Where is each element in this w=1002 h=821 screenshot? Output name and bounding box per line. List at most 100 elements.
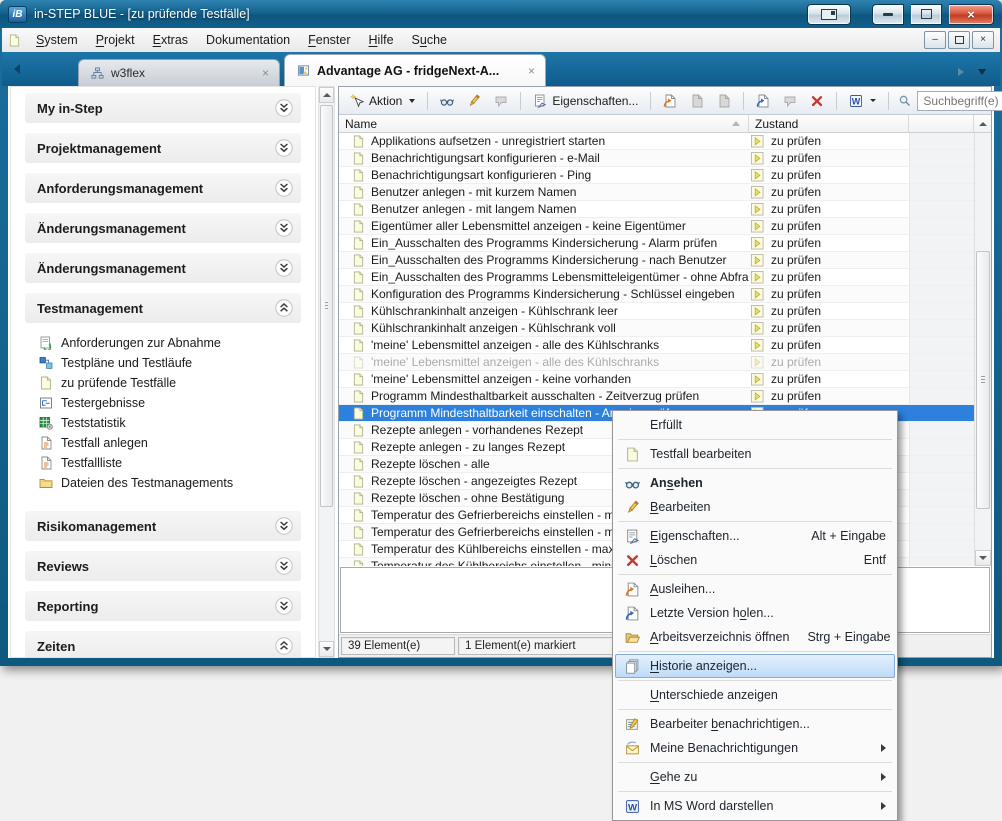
sidebar-item-testfall-anlegen[interactable]: Testfall anlegen (11, 433, 315, 453)
table-row[interactable]: Programm Mindesthaltbarkeit ausschalten … (339, 388, 974, 405)
grid-scroll-down-button[interactable] (975, 550, 991, 566)
sidebar-section-anforderungsmanagement[interactable]: Anforderungsmanagement (25, 173, 301, 203)
sidebar-section-projektmanagement[interactable]: Projektmanagement (25, 133, 301, 163)
chevron-down-icon[interactable] (275, 597, 293, 615)
chevron-down-icon[interactable] (275, 139, 293, 157)
context-menu-item-ansehen[interactable]: Ansehen (615, 471, 895, 495)
menu-projekt[interactable]: Projekt (87, 30, 144, 50)
tab-w3flex[interactable]: w3flex× (78, 59, 280, 86)
menu-suche[interactable]: Suche (403, 30, 456, 50)
sidebar-item-testfallliste[interactable]: Testfallliste (11, 453, 315, 473)
menu-hilfe[interactable]: Hilfe (360, 30, 403, 50)
table-row[interactable]: Kühlschrankinhalt anzeigen - Kühlschrank… (339, 320, 974, 337)
sidebar-item-testpläne-und-testläufe[interactable]: Testpläne und Testläufe (11, 353, 315, 373)
tab-list-dropdown-icon[interactable] (978, 69, 986, 75)
table-row[interactable]: Benachrichtigungsart konfigurieren - Pin… (339, 167, 974, 184)
sidebar-section-änderungsmanagement[interactable]: Änderungsmanagement (25, 253, 301, 283)
table-row[interactable]: Applikations aufsetzen - unregistriert s… (339, 133, 974, 150)
sidebar-section-zeiten[interactable]: Zeiten (25, 631, 301, 658)
context-menu-item-arbeitsverzeichnis-öffnen[interactable]: Arbeitsverzeichnis öffnenStrg + Eingabe (615, 625, 895, 649)
context-menu-item-letzte-version-holen[interactable]: Letzte Version holen... (615, 601, 895, 625)
sidebar-section-my-in-step[interactable]: My in-Step (25, 93, 301, 123)
scroll-down-button[interactable] (319, 641, 334, 657)
column-header-state[interactable]: Zustand (749, 115, 909, 132)
table-row[interactable]: Ein_Ausschalten des Programms Kindersich… (339, 235, 974, 252)
chevron-down-icon[interactable] (275, 179, 293, 197)
context-menu-item-bearbeiten[interactable]: Bearbeiten (615, 495, 895, 519)
restore-button[interactable] (911, 4, 942, 25)
tab-scroll-right-icon[interactable] (958, 68, 964, 76)
context-menu-item-gehe-zu[interactable]: Gehe zu (615, 765, 895, 789)
mdi-restore-button[interactable] (948, 31, 970, 49)
chevron-down-icon[interactable] (275, 517, 293, 535)
search-icon[interactable] (898, 94, 911, 107)
sidebar-section-testmanagement[interactable]: Testmanagement (25, 293, 301, 323)
sidebar-item-teststatistik[interactable]: Teststatistik (11, 413, 315, 433)
sidebar-section-änderungsmanagement[interactable]: Änderungsmanagement (25, 213, 301, 243)
chevron-up-icon[interactable] (275, 637, 293, 655)
close-button[interactable]: × (949, 4, 994, 25)
context-menu-item-ausleihen[interactable]: Ausleihen... (615, 577, 895, 601)
properties-button[interactable]: Eigenschaften... (528, 92, 643, 110)
action-button[interactable]: Aktion (345, 92, 420, 110)
minimize-button[interactable] (872, 4, 904, 25)
tab-close-icon[interactable]: × (262, 67, 269, 79)
table-row[interactable]: Eigentümer aller Lebensmittel anzeigen -… (339, 218, 974, 235)
sidebar-scrollbar[interactable] (318, 86, 335, 658)
context-menu-item-erfüllt[interactable]: Erfüllt (615, 413, 895, 437)
table-row[interactable]: 'meine' Lebensmittel anzeigen - alle des… (339, 337, 974, 354)
menu-system[interactable]: System (27, 30, 87, 50)
column-header-name[interactable]: Name (339, 115, 749, 132)
delete-button[interactable] (805, 92, 829, 110)
sidebar-item-zu-prüfende-testfälle[interactable]: zu prüfende Testfälle (11, 373, 315, 393)
chevron-up-icon[interactable] (275, 299, 293, 317)
sidebar-item-anforderungen-zur-abnahme[interactable]: Anforderungen zur Abnahme (11, 333, 315, 353)
table-row[interactable]: Ein_Ausschalten des Programms Kindersich… (339, 252, 974, 269)
tab-advantage-ag-fridgenext-a[interactable]: Advantage AG - fridgeNext-A...× (284, 54, 546, 86)
checkout-button[interactable] (658, 92, 682, 110)
cell-empty (909, 167, 974, 183)
table-row[interactable]: Benutzer anlegen - mit langem Namenzu pr… (339, 201, 974, 218)
table-row[interactable]: 'meine' Lebensmittel anzeigen - keine vo… (339, 371, 974, 388)
tab-close-icon[interactable]: × (528, 65, 535, 77)
sidebar-section-reporting[interactable]: Reporting (25, 591, 301, 621)
mdi-minimize-button[interactable]: – (924, 31, 946, 49)
edit-button[interactable] (462, 92, 486, 110)
word-button[interactable]: W (844, 92, 881, 110)
search-input[interactable] (917, 91, 1002, 111)
table-row[interactable]: Konfiguration des Programms Kindersicher… (339, 286, 974, 303)
grid-scrollbar[interactable] (974, 133, 991, 566)
context-menu-item-löschen[interactable]: LöschenEntf (615, 548, 895, 572)
sidebar-item-testergebnisse[interactable]: Testergebnisse (11, 393, 315, 413)
chevron-down-icon[interactable] (275, 259, 293, 277)
scroll-up-button[interactable] (319, 87, 334, 103)
sidebar-section-risikomanagement[interactable]: Risikomanagement (25, 511, 301, 541)
table-row[interactable]: Benutzer anlegen - mit kurzem Namenzu pr… (339, 184, 974, 201)
table-row[interactable]: Benachrichtigungsart konfigurieren - e-M… (339, 150, 974, 167)
mdi-close-button[interactable]: × (972, 31, 994, 49)
view-button[interactable] (435, 92, 459, 110)
context-menu-item-testfall-bearbeiten[interactable]: Testfall bearbeiten (615, 442, 895, 466)
context-menu-item-unterschiede-anzeigen[interactable]: Unterschiede anzeigen (615, 683, 895, 707)
table-row[interactable]: Kühlschrankinhalt anzeigen - Kühlschrank… (339, 303, 974, 320)
context-menu-item-meine-benachrichtigungen[interactable]: Meine Benachrichtigungen (615, 736, 895, 760)
chevron-down-icon[interactable] (275, 99, 293, 117)
context-menu-item-bearbeiter-benachrichtigen[interactable]: Bearbeiter benachrichtigen... (615, 712, 895, 736)
window-preview-button[interactable] (807, 4, 851, 25)
context-menu-item-eigenschaften[interactable]: Eigenschaften...Alt + Eingabe (615, 524, 895, 548)
menu-fenster[interactable]: Fenster (299, 30, 359, 50)
menu-dokumentation[interactable]: Dokumentation (197, 30, 299, 50)
scrollbar-thumb[interactable] (320, 105, 333, 507)
menu-extras[interactable]: Extras (144, 30, 197, 50)
get-version-button[interactable] (751, 92, 775, 110)
sidebar-item-dateien-des-testmanagements[interactable]: Dateien des Testmanagements (11, 473, 315, 493)
grid-scroll-up-button[interactable] (974, 115, 991, 132)
grid-scrollbar-thumb[interactable] (976, 251, 990, 509)
context-menu-item-in-ms-word-darstellen[interactable]: WIn MS Word darstellen (615, 794, 895, 818)
sidebar-section-reviews[interactable]: Reviews (25, 551, 301, 581)
table-row[interactable]: Ein_Ausschalten des Programms Lebensmitt… (339, 269, 974, 286)
chevron-down-icon[interactable] (275, 557, 293, 575)
chevron-down-icon[interactable] (275, 219, 293, 237)
context-menu-item-historie-anzeigen[interactable]: Historie anzeigen... (615, 654, 895, 678)
table-row[interactable]: 'meine' Lebensmittel anzeigen - alle des… (339, 354, 974, 371)
